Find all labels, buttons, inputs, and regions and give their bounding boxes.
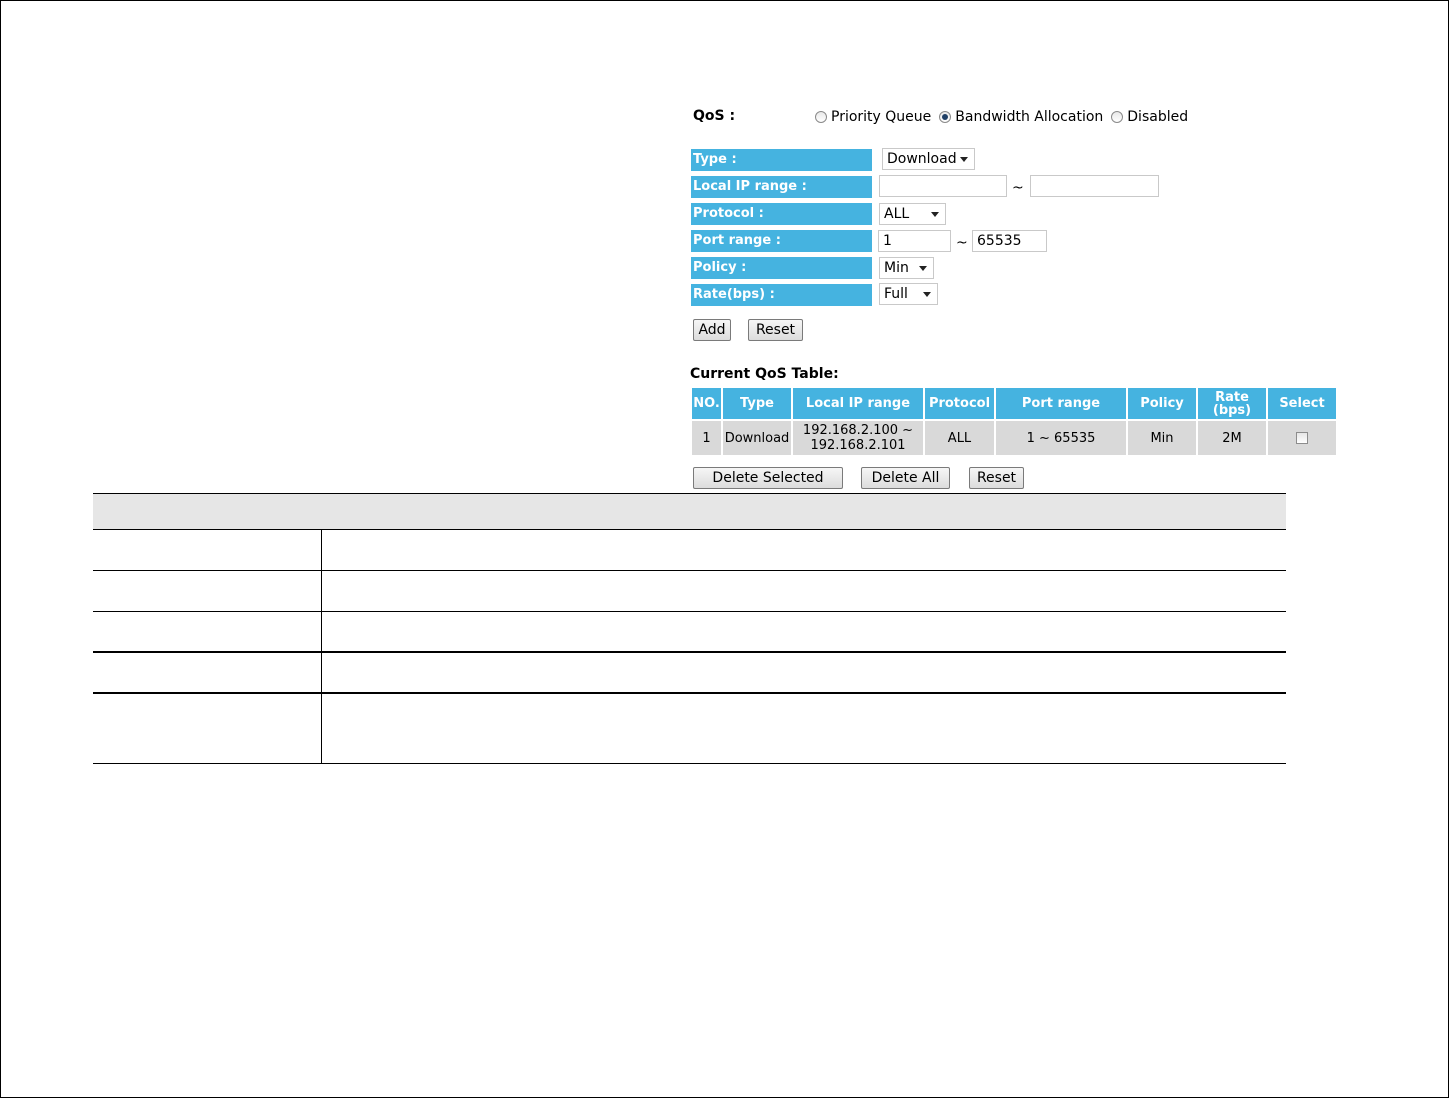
description-table-header xyxy=(93,493,1286,530)
cell-ip-line2: 192.168.2.101 xyxy=(810,438,906,453)
radio-priority-queue[interactable]: Priority Queue xyxy=(815,109,931,125)
description-cell-left xyxy=(93,653,322,692)
description-cell-right xyxy=(322,612,1286,651)
radio-icon-checked[interactable] xyxy=(939,111,952,123)
radio-icon[interactable] xyxy=(815,111,827,123)
local-ip-end-input[interactable] xyxy=(1030,175,1159,197)
description-cell-left xyxy=(93,571,322,611)
cell-select xyxy=(1268,419,1336,455)
tilde-separator: ~ xyxy=(956,235,968,251)
table-row: 1 Download 192.168.2.100 ~ 192.168.2.101… xyxy=(692,419,1336,455)
radio-bandwidth-allocation[interactable]: Bandwidth Allocation xyxy=(939,109,1103,125)
description-table xyxy=(93,493,1286,764)
radio-icon[interactable] xyxy=(1111,111,1124,123)
description-row xyxy=(93,694,1286,764)
tilde-separator: ~ xyxy=(1012,180,1024,196)
cell-type: Download xyxy=(723,419,791,455)
local-ip-label: Local IP range : xyxy=(691,176,872,198)
port-end-input[interactable]: 65535 xyxy=(972,230,1047,252)
header-local-ip-range: Local IP range xyxy=(793,388,923,419)
description-row xyxy=(93,612,1286,653)
rate-select-value: Full xyxy=(884,286,908,302)
protocol-select-value: ALL xyxy=(884,206,910,222)
description-cell-right xyxy=(322,530,1286,570)
header-protocol: Protocol xyxy=(925,388,994,419)
add-button[interactable]: Add xyxy=(693,319,731,341)
cell-port-range: 1 ~ 65535 xyxy=(996,419,1126,455)
rate-select[interactable]: Full xyxy=(879,283,938,305)
qos-table-title: Current QoS Table: xyxy=(690,366,839,382)
chevron-down-icon xyxy=(919,266,927,271)
rate-label: Rate(bps) : xyxy=(691,284,872,306)
protocol-select[interactable]: ALL xyxy=(879,203,946,225)
type-select-value: Download xyxy=(887,151,957,167)
cell-protocol: ALL xyxy=(925,419,994,455)
description-cell-right xyxy=(322,694,1286,763)
description-cell-left xyxy=(93,612,322,651)
delete-selected-button[interactable]: Delete Selected xyxy=(693,467,843,489)
description-cell-right xyxy=(322,653,1286,692)
policy-label: Policy : xyxy=(691,257,872,279)
qos-label: QoS : xyxy=(693,108,736,124)
chevron-down-icon xyxy=(931,212,939,217)
table-reset-button[interactable]: Reset xyxy=(969,467,1024,489)
select-checkbox[interactable] xyxy=(1296,432,1308,444)
protocol-label: Protocol : xyxy=(691,203,872,225)
qos-radio-group: Priority Queue Bandwidth Allocation Disa… xyxy=(815,109,1196,125)
chevron-down-icon xyxy=(923,292,931,297)
policy-select[interactable]: Min xyxy=(879,257,934,279)
radio-disabled[interactable]: Disabled xyxy=(1111,109,1188,125)
type-select[interactable]: Download xyxy=(882,148,975,170)
header-type: Type xyxy=(723,388,791,419)
description-cell-left xyxy=(93,530,322,570)
cell-rate: 2M xyxy=(1198,419,1266,455)
description-row xyxy=(93,530,1286,571)
local-ip-start-input[interactable] xyxy=(879,175,1007,197)
radio-label-disabled: Disabled xyxy=(1127,109,1189,125)
description-row xyxy=(93,571,1286,612)
qos-table-header-row: NO. Type Local IP range Protocol Port ra… xyxy=(692,388,1336,419)
cell-ip-line1: 192.168.2.100 ~ xyxy=(802,423,914,438)
type-label: Type : xyxy=(691,149,872,171)
header-rate: Rate (bps) xyxy=(1198,388,1266,419)
header-port-range: Port range xyxy=(996,388,1126,419)
header-rate-line2: (bps) xyxy=(1212,402,1252,418)
qos-table: NO. Type Local IP range Protocol Port ra… xyxy=(690,388,1338,455)
radio-label-priority-queue: Priority Queue xyxy=(831,109,932,125)
header-select: Select xyxy=(1268,388,1336,419)
delete-all-button[interactable]: Delete All xyxy=(861,467,950,489)
description-cell-right xyxy=(322,571,1286,611)
description-cell-left xyxy=(93,694,322,763)
radio-label-bandwidth-allocation: Bandwidth Allocation xyxy=(955,109,1104,125)
header-policy: Policy xyxy=(1128,388,1196,419)
port-range-label: Port range : xyxy=(691,230,872,252)
page: QoS : Priority Queue Bandwidth Allocatio… xyxy=(0,0,1449,1098)
cell-no: 1 xyxy=(692,419,721,455)
cell-local-ip-range: 192.168.2.100 ~ 192.168.2.101 xyxy=(793,419,923,455)
policy-select-value: Min xyxy=(884,260,909,276)
cell-policy: Min xyxy=(1128,419,1196,455)
chevron-down-icon xyxy=(960,157,968,162)
port-start-input[interactable]: 1 xyxy=(878,230,951,252)
header-no: NO. xyxy=(692,388,721,419)
form-reset-button[interactable]: Reset xyxy=(748,319,803,341)
qos-mode-row: QoS : Priority Queue Bandwidth Allocatio… xyxy=(693,108,1213,128)
description-row xyxy=(93,653,1286,694)
